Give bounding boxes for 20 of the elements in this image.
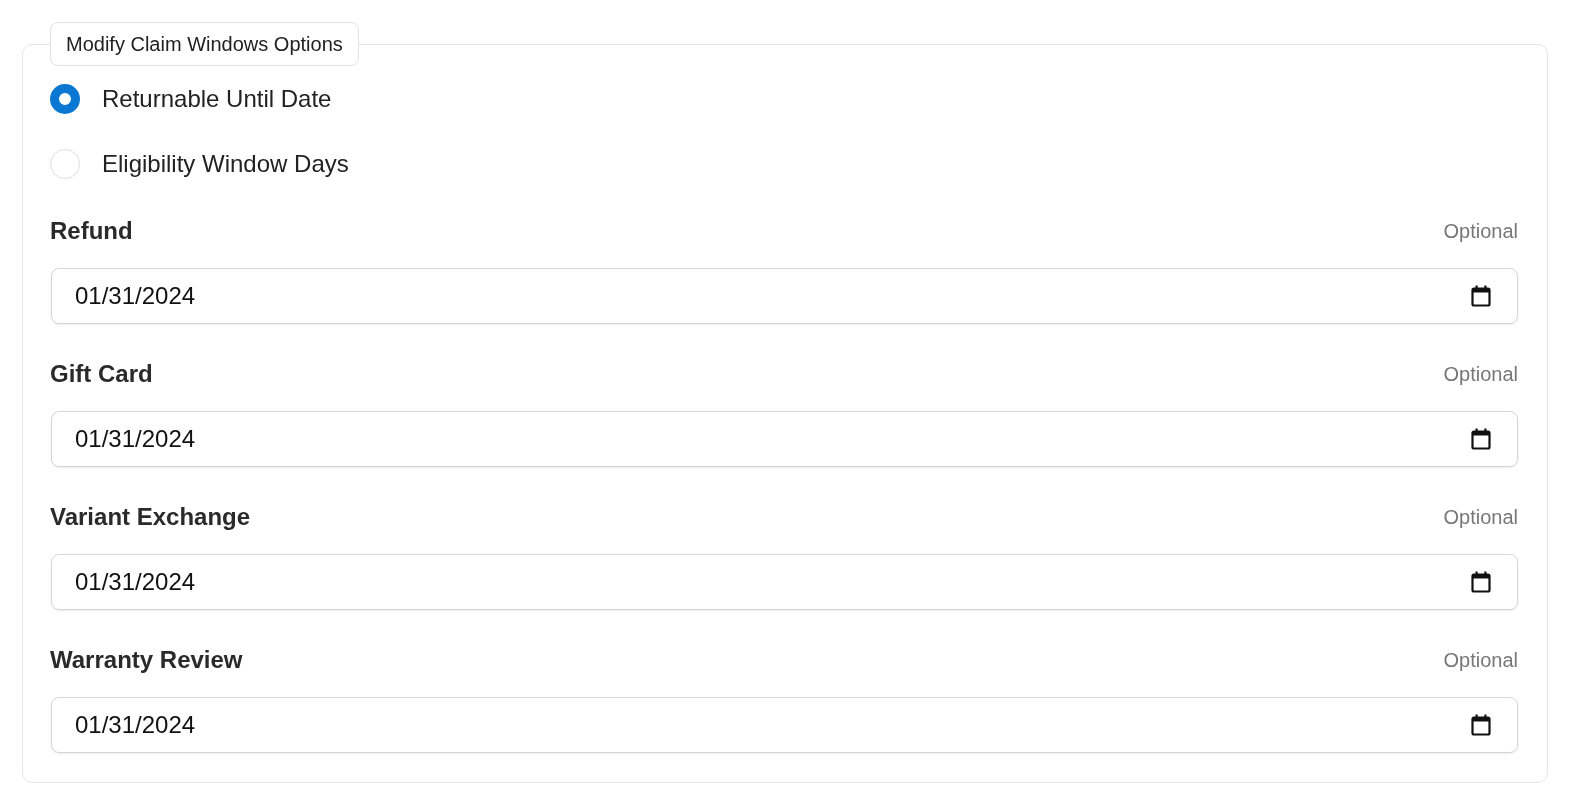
date-field[interactable]: 01/31/2024: [51, 697, 1518, 753]
calendar-icon[interactable]: [1471, 285, 1491, 307]
calendar-icon[interactable]: [1471, 714, 1491, 736]
field-label: Warranty Review: [50, 646, 243, 674]
calendar-icon[interactable]: [1471, 571, 1491, 593]
optional-hint: Optional: [1443, 505, 1518, 529]
calendar-icon[interactable]: [1471, 428, 1491, 450]
radio-label[interactable]: Eligibility Window Days: [102, 150, 349, 178]
date-field[interactable]: 01/31/2024: [51, 268, 1518, 324]
radio-button[interactable]: [50, 84, 80, 114]
radio-label[interactable]: Returnable Until Date: [102, 85, 332, 113]
field-label: Variant Exchange: [50, 503, 251, 531]
panel-legend: Modify Claim Windows Options: [50, 22, 359, 66]
date-field[interactable]: 01/31/2024: [51, 411, 1518, 467]
optional-hint: Optional: [1443, 219, 1518, 243]
optional-hint: Optional: [1443, 362, 1518, 386]
field-label: Refund: [50, 217, 133, 245]
date-field[interactable]: 01/31/2024: [51, 554, 1518, 610]
optional-hint: Optional: [1443, 648, 1518, 672]
field-label: Gift Card: [50, 360, 153, 388]
